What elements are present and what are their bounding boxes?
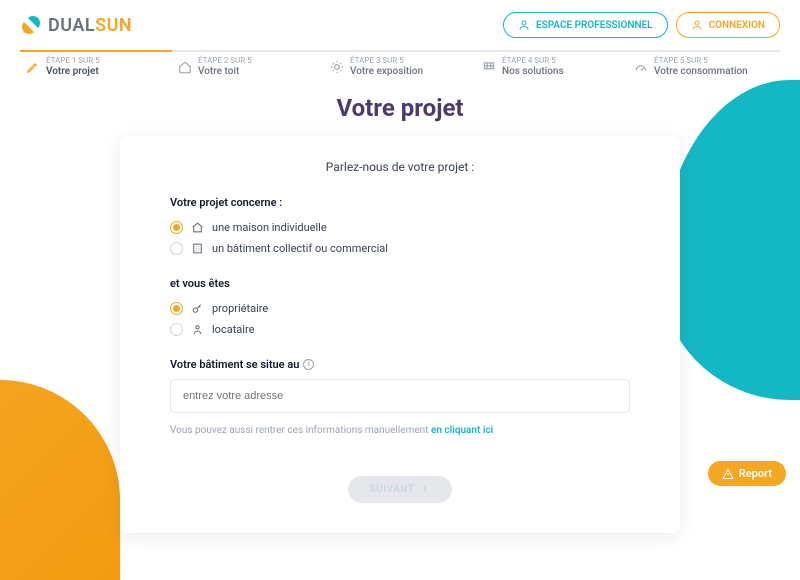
user-icon xyxy=(518,19,530,31)
project-type-group: Votre projet concerne : une maison indiv… xyxy=(170,196,630,259)
user-icon xyxy=(691,19,703,31)
address-group: Votre bâtiment se situe au i Vous pouvez… xyxy=(170,358,630,436)
report-button[interactable]: Report xyxy=(708,461,786,486)
step-4[interactable]: ÉTAPE 4 SUR 5 Nos solutions xyxy=(476,50,628,82)
logo-text-dual: DUAL xyxy=(48,15,95,36)
chevron-right-icon xyxy=(420,484,430,494)
radio-locataire[interactable]: locataire xyxy=(170,319,630,340)
radio-label: un bâtiment collectif ou commercial xyxy=(212,242,388,255)
form-intro: Parlez-nous de votre projet : xyxy=(170,160,630,174)
step-2[interactable]: ÉTAPE 2 SUR 5 Votre toit xyxy=(172,50,324,82)
page-title: Votre projet xyxy=(0,94,800,122)
radio-label: propriétaire xyxy=(212,302,268,315)
step-1-label: ÉTAPE 1 SUR 5 xyxy=(46,56,100,66)
header: DUALSUN ESPACE PROFESSIONNEL CONNEXION xyxy=(0,0,800,46)
step-4-title: Nos solutions xyxy=(502,66,564,78)
step-4-label: ÉTAPE 4 SUR 5 xyxy=(502,56,564,66)
connexion-button[interactable]: CONNEXION xyxy=(676,12,780,38)
logo[interactable]: DUALSUN xyxy=(20,14,132,36)
step-3-title: Votre exposition xyxy=(350,66,423,78)
connexion-label: CONNEXION xyxy=(709,20,765,31)
user-icon xyxy=(191,323,204,336)
logo-text-sun: SUN xyxy=(95,15,132,36)
key-icon xyxy=(191,302,204,315)
step-1[interactable]: ÉTAPE 1 SUR 5 Votre projet xyxy=(20,50,172,82)
meter-icon xyxy=(634,60,648,74)
radio-indicator xyxy=(170,221,183,234)
report-label: Report xyxy=(739,467,772,480)
pencil-icon xyxy=(26,60,40,74)
main: Votre projet Parlez-nous de votre projet… xyxy=(0,94,800,533)
step-5-title: Votre consommation xyxy=(654,66,748,78)
form-card: Parlez-nous de votre projet : Votre proj… xyxy=(120,136,680,533)
home-icon xyxy=(191,221,204,234)
radio-indicator xyxy=(170,242,183,255)
radio-indicator xyxy=(170,323,183,336)
radio-proprietaire[interactable]: propriétaire xyxy=(170,298,630,319)
house-icon xyxy=(178,60,192,74)
radio-batiment-collectif[interactable]: un bâtiment collectif ou commercial xyxy=(170,238,630,259)
radio-indicator xyxy=(170,302,183,315)
suivant-button[interactable]: SUIVANT xyxy=(348,476,453,503)
step-5[interactable]: ÉTAPE 5 SUR 5 Votre consommation xyxy=(628,50,780,82)
warning-icon xyxy=(722,468,734,480)
project-type-label: Votre projet concerne : xyxy=(170,196,630,209)
espace-professionnel-label: ESPACE PROFESSIONNEL xyxy=(536,20,653,31)
header-buttons: ESPACE PROFESSIONNEL CONNEXION xyxy=(503,12,780,38)
manual-entry-link[interactable]: en cliquant ici xyxy=(431,425,493,436)
step-1-title: Votre projet xyxy=(46,66,100,78)
address-label: Votre bâtiment se situe au i xyxy=(170,358,630,371)
sun-icon xyxy=(330,60,344,74)
role-label: et vous êtes xyxy=(170,277,630,290)
step-3[interactable]: ÉTAPE 3 SUR 5 Votre exposition xyxy=(324,50,476,82)
info-icon[interactable]: i xyxy=(303,359,314,370)
suivant-label: SUIVANT xyxy=(370,484,415,495)
radio-label: locataire xyxy=(212,323,254,336)
stepper: ÉTAPE 1 SUR 5 Votre projet ÉTAPE 2 SUR 5… xyxy=(0,50,800,82)
panel-icon xyxy=(482,60,496,74)
building-icon xyxy=(191,242,204,255)
logo-icon xyxy=(20,14,42,36)
manual-entry-hint: Vous pouvez aussi rentrer ces informatio… xyxy=(170,425,630,436)
espace-professionnel-button[interactable]: ESPACE PROFESSIONNEL xyxy=(503,12,668,38)
address-input[interactable] xyxy=(170,379,630,413)
step-2-label: ÉTAPE 2 SUR 5 xyxy=(198,56,252,66)
radio-maison-individuelle[interactable]: une maison individuelle xyxy=(170,217,630,238)
role-group: et vous êtes propriétaire locataire xyxy=(170,277,630,340)
radio-label: une maison individuelle xyxy=(212,221,327,234)
step-2-title: Votre toit xyxy=(198,66,252,78)
step-3-label: ÉTAPE 3 SUR 5 xyxy=(350,56,423,66)
step-5-label: ÉTAPE 5 SUR 5 xyxy=(654,56,748,66)
